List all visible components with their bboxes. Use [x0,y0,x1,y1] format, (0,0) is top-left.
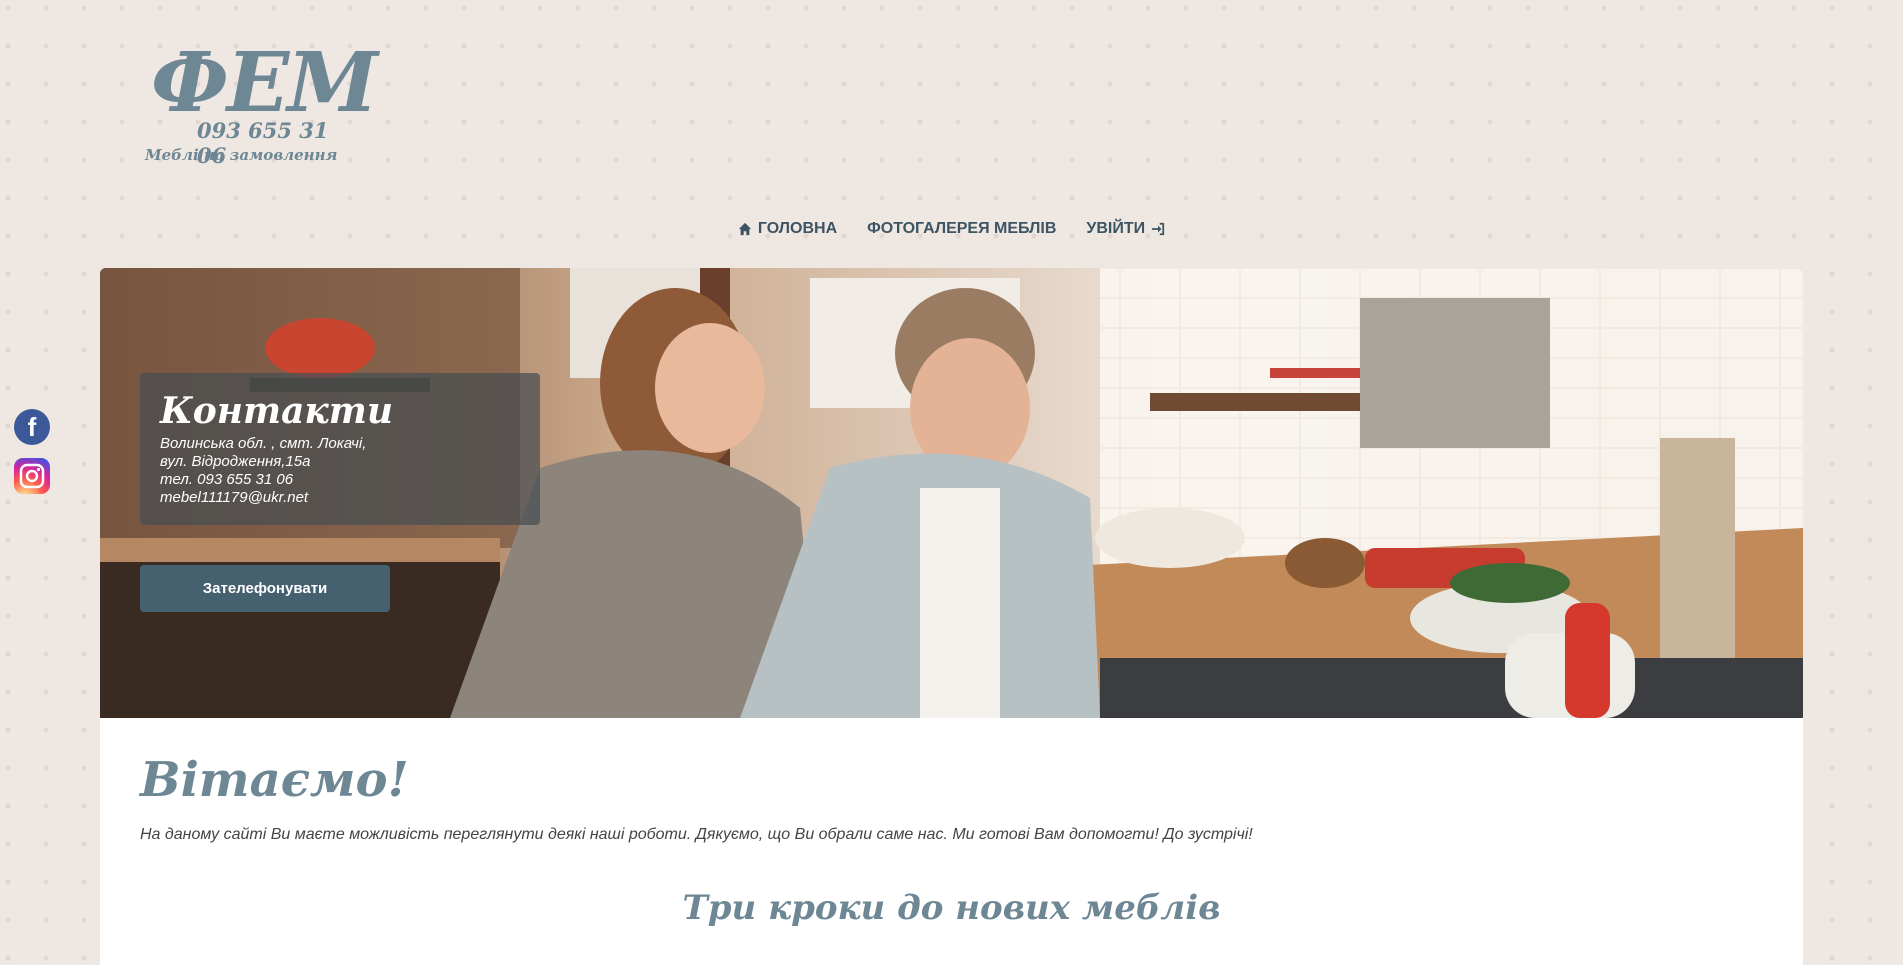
steps-heading: Три кроки до нових меблів [682,888,1221,928]
hero-banner: Контакти Волинська обл. , смт. Локачі, в… [100,268,1803,718]
instagram-glyph [19,463,45,489]
nav-item-label: ГОЛОВНА [757,220,838,237]
nav-item-label: УВІЙТИ [1086,220,1146,237]
instagram-icon[interactable] [14,458,50,494]
contacts-title: Контакти [160,390,394,432]
contact-address-region: Волинська обл. , смт. Локачі, [160,435,367,452]
main-content: Вітаємо! На даному сайті Ви маєте можлив… [100,718,1803,965]
welcome-heading: Вітаємо! [140,752,409,808]
logo-tagline: Меблі на замовлення [145,146,338,164]
nav-item-home[interactable]: ГОЛОВНА [738,220,837,238]
main-nav: ГОЛОВНА ФОТОГАЛЕРЕЯ МЕБЛІВ УВІЙТИ [0,220,1903,238]
nav-item-label: ФОТОГАЛЕРЕЯ МЕБЛІВ [867,220,1057,237]
contact-address-street: вул. Відродження,15а [160,453,311,470]
site-logo[interactable]: ФЕМ 093 655 31 06 Меблі на замовлення [145,38,378,168]
nav-item-gallery[interactable]: ФОТОГАЛЕРЕЯ МЕБЛІВ [867,220,1056,238]
sign-in-icon [1151,222,1165,236]
contact-phone[interactable]: тел. 093 655 31 06 [160,471,520,489]
logo-text: ФЕМ [151,35,378,131]
home-icon [738,222,751,236]
facebook-glyph: f [27,411,37,442]
contacts-panel: Контакти Волинська обл. , смт. Локачі, в… [140,373,540,525]
facebook-icon[interactable]: f [14,409,50,445]
intro-text: На даному сайті Ви маєте можливість пере… [140,826,1253,843]
call-button[interactable]: Зателефонувати [140,565,390,612]
contact-email[interactable]: mebel111179@ukr.net [160,489,520,507]
nav-item-login[interactable]: УВІЙТИ [1086,220,1165,238]
